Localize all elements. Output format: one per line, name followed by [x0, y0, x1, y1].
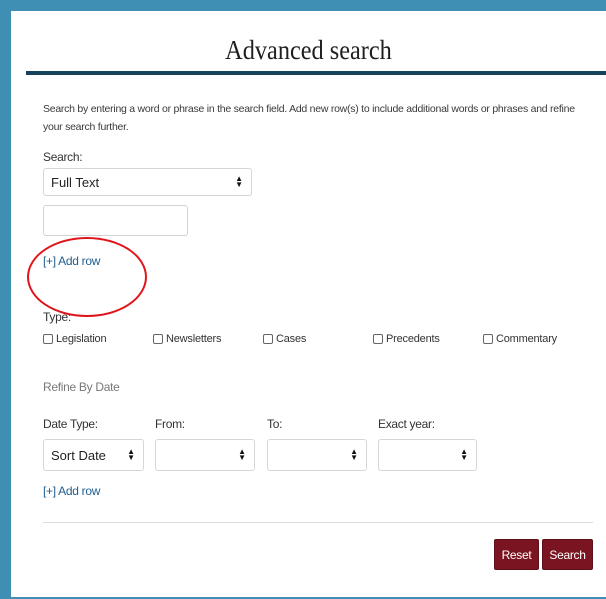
- search-label: Search:: [43, 150, 83, 164]
- search-field-select-value: Full Text: [51, 174, 100, 190]
- date-type-label: Date Type:: [43, 417, 98, 431]
- intro-text: Search by entering a word or phrase in t…: [43, 103, 575, 133]
- exact-year-select[interactable]: ▲ ▼: [378, 439, 477, 471]
- refine-by-date-heading: Refine By Date: [43, 380, 120, 394]
- up-down-caret-icon: ▲ ▼: [127, 447, 135, 462]
- from-select[interactable]: ▲ ▼: [155, 439, 255, 471]
- annotation-circle: [27, 237, 147, 317]
- up-down-caret-icon: ▲ ▼: [235, 174, 243, 189]
- checkbox-icon[interactable]: [153, 334, 163, 344]
- add-date-row-link[interactable]: [+] Add row: [43, 484, 100, 498]
- type-checkbox-newsletters[interactable]: Newsletters: [153, 333, 221, 345]
- to-select[interactable]: ▲ ▼: [267, 439, 367, 471]
- type-option-label: Precedents: [386, 333, 440, 345]
- type-checkbox-legislation[interactable]: Legislation: [43, 333, 107, 345]
- advanced-search-panel: Advanced search Search by entering a wor…: [11, 11, 606, 597]
- type-checkbox-cases[interactable]: Cases: [263, 333, 306, 345]
- type-option-label: Commentary: [496, 333, 557, 345]
- type-label: Type:: [43, 310, 71, 324]
- checkbox-icon[interactable]: [483, 334, 493, 344]
- up-down-caret-icon: ▲ ▼: [238, 447, 246, 462]
- checkbox-icon[interactable]: [373, 334, 383, 344]
- exact-year-label: Exact year:: [378, 417, 435, 431]
- page-title: Advanced search: [225, 35, 392, 65]
- divider: [43, 522, 593, 523]
- type-checkbox-commentary[interactable]: Commentary: [483, 333, 557, 345]
- to-label: To:: [267, 417, 283, 431]
- search-text-input[interactable]: [43, 205, 188, 236]
- type-option-label: Legislation: [56, 333, 107, 345]
- search-field-select[interactable]: Full Text ▲ ▼: [43, 168, 252, 196]
- checkbox-icon[interactable]: [263, 334, 273, 344]
- add-search-row-link[interactable]: [+] Add row: [43, 254, 100, 268]
- date-type-select-value: Sort Date: [51, 447, 106, 463]
- from-label: From:: [155, 417, 185, 431]
- type-option-label: Newsletters: [166, 333, 222, 345]
- checkbox-icon[interactable]: [43, 334, 53, 344]
- header-rule: [26, 71, 606, 75]
- type-checkbox-precedents[interactable]: Precedents: [373, 333, 440, 345]
- up-down-caret-icon: ▲ ▼: [350, 447, 358, 462]
- search-button[interactable]: Search: [542, 539, 593, 570]
- type-option-label: Cases: [276, 333, 307, 345]
- up-down-caret-icon: ▲ ▼: [460, 447, 468, 462]
- reset-button[interactable]: Reset: [494, 539, 539, 570]
- date-type-select[interactable]: Sort Date ▲ ▼: [43, 439, 144, 471]
